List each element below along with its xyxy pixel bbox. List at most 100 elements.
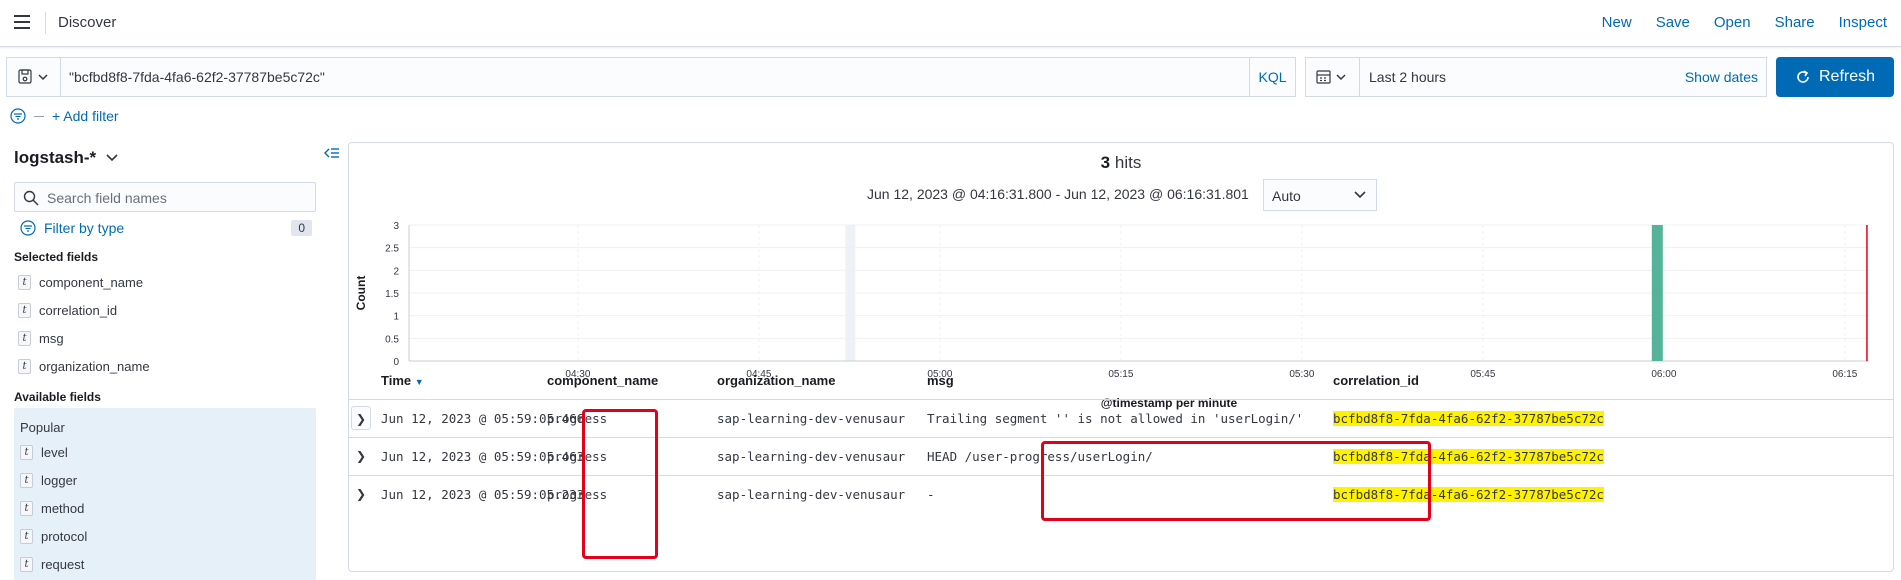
search-icon	[23, 190, 39, 206]
popular-heading: Popular	[20, 420, 65, 435]
filter-options-icon[interactable]	[10, 108, 26, 124]
string-type-icon: t	[18, 358, 31, 374]
column-header-correlation-id[interactable]: correlation_id	[1333, 373, 1419, 388]
cell-component-name: progress	[547, 449, 608, 464]
table-row: ❯ Jun 12, 2023 @ 05:59:05.466 progress s…	[349, 399, 1893, 437]
index-pattern-selector[interactable]: logstash-*	[14, 148, 118, 168]
field-item[interactable]: t organization_name	[18, 352, 150, 380]
y-tick-label: 1.5	[385, 289, 399, 300]
cell-correlation-id: bcfbd8f8-7fda-4fa6-62f2-37787be5c72c	[1333, 411, 1604, 426]
top-nav-links: New Save Open Share Inspect	[1602, 14, 1887, 31]
hits-number: 3	[1100, 153, 1111, 172]
field-item[interactable]: t msg	[18, 324, 150, 352]
column-header-organization-name[interactable]: organization_name	[717, 373, 835, 388]
time-range-label: Jun 12, 2023 @ 04:16:31.800 - Jun 12, 20…	[867, 186, 1249, 202]
cell-organization-name: sap-learning-dev-venusaur	[717, 487, 906, 502]
kql-language-toggle[interactable]: KQL	[1249, 58, 1295, 96]
table-row: ❯ Jun 12, 2023 @ 05:59:05.463 progress s…	[349, 437, 1893, 475]
string-type-icon: t	[20, 556, 33, 572]
field-name: level	[41, 444, 68, 460]
show-dates-link[interactable]: Show dates	[1685, 69, 1758, 85]
refresh-icon	[1797, 70, 1809, 83]
hits-count: 3 hits	[349, 153, 1893, 173]
cell-organization-name: sap-learning-dev-venusaur	[717, 411, 906, 426]
field-search-placeholder: Search field names	[47, 190, 167, 206]
add-filter-button[interactable]: + Add filter	[52, 108, 119, 124]
expand-row-button[interactable]: ❯	[351, 444, 371, 468]
y-tick-label: 0.5	[385, 334, 399, 345]
share-link[interactable]: Share	[1775, 14, 1815, 31]
quick-menu-button[interactable]	[1306, 58, 1360, 96]
column-header-msg[interactable]: msg	[927, 373, 954, 388]
field-item[interactable]: t protocol	[20, 522, 87, 550]
y-tick-label: 2.5	[385, 244, 399, 255]
expand-row-button[interactable]: ❯	[351, 482, 371, 506]
cell-msg: -	[927, 487, 935, 502]
y-tick-label: 1	[393, 312, 399, 323]
interval-value: Auto	[1272, 188, 1301, 204]
table-header: Time ▼ component_name organization_name …	[349, 365, 1893, 397]
field-search-input[interactable]: Search field names	[14, 182, 316, 212]
field-name: component_name	[39, 274, 144, 290]
field-item[interactable]: t correlation_id	[18, 296, 150, 324]
field-name: msg	[39, 330, 64, 346]
field-name: organization_name	[39, 358, 150, 374]
popular-fields-section: Popular t level t logger t method t protocol…	[14, 408, 316, 580]
available-fields-heading: Available fields	[14, 390, 101, 404]
string-type-icon: t	[18, 274, 31, 290]
string-type-icon: t	[20, 500, 33, 516]
cell-msg: HEAD /user-progress/userLogin/	[927, 449, 1153, 464]
filter-by-type-button[interactable]: Filter by type 0	[20, 220, 312, 236]
divider	[45, 12, 46, 34]
string-type-icon: t	[18, 330, 31, 346]
cell-organization-name: sap-learning-dev-venusaur	[717, 449, 906, 464]
selected-fields-list: t component_name t correlation_id t msg t or…	[18, 268, 150, 380]
field-name: request	[41, 556, 85, 572]
collapse-sidebar-icon[interactable]	[324, 146, 340, 163]
field-item[interactable]: t method	[20, 494, 87, 522]
search-query-input[interactable]: "bcfbd8f8-7fda-4fa6-62f2-37787be5c72c"	[69, 69, 325, 85]
menu-icon[interactable]	[14, 15, 30, 29]
expand-row-button[interactable]: ❯	[351, 406, 371, 430]
column-header-time[interactable]: Time ▼	[381, 373, 424, 388]
query-bar: "bcfbd8f8-7fda-4fa6-62f2-37787be5c72c" K…	[6, 57, 1296, 97]
selected-fields-heading: Selected fields	[14, 250, 99, 264]
cell-msg: Trailing segment '' is not allowed in 'u…	[927, 411, 1304, 426]
filter-bar: + Add filter	[10, 108, 119, 124]
field-name: protocol	[41, 528, 88, 544]
inspect-link[interactable]: Inspect	[1839, 14, 1887, 31]
new-link[interactable]: New	[1602, 14, 1632, 31]
y-tick-label: 2	[393, 266, 399, 277]
cell-component-name: progress	[547, 411, 608, 426]
open-link[interactable]: Open	[1714, 14, 1751, 31]
index-pattern-label: logstash-*	[14, 148, 97, 167]
refresh-button[interactable]: Refresh	[1776, 57, 1894, 97]
hits-label: hits	[1114, 153, 1142, 172]
saved-query-icon	[18, 69, 48, 84]
field-item[interactable]: t request	[20, 550, 87, 578]
field-name: method	[41, 500, 85, 516]
field-item[interactable]: t logger	[20, 466, 87, 494]
histogram-bar	[1651, 225, 1663, 361]
field-item[interactable]: t component_name	[18, 268, 150, 296]
saved-query-button[interactable]	[7, 58, 61, 96]
interval-select[interactable]: Auto	[1263, 179, 1377, 211]
filter-count-badge: 0	[291, 220, 312, 236]
string-type-icon: t	[20, 528, 33, 544]
filter-by-type-label: Filter by type	[44, 220, 125, 236]
field-item[interactable]: t level	[20, 438, 87, 466]
string-type-icon: t	[20, 472, 33, 488]
save-link[interactable]: Save	[1656, 14, 1690, 31]
chevron-down-icon	[106, 154, 118, 162]
field-name: correlation_id	[39, 302, 118, 318]
divider	[34, 115, 44, 117]
time-range-display[interactable]: Last 2 hours	[1369, 69, 1446, 85]
chevron-down-icon	[1354, 191, 1366, 199]
field-sidebar: logstash-* Search field names Filter by …	[0, 140, 339, 580]
app-title: Discover	[58, 14, 117, 31]
column-header-component-name[interactable]: component_name	[547, 373, 658, 388]
popular-fields-list: t level t logger t method t protocol t reques…	[20, 438, 87, 578]
cell-correlation-id: bcfbd8f8-7fda-4fa6-62f2-37787be5c72c	[1333, 449, 1604, 464]
sort-desc-icon[interactable]: ▼	[415, 377, 424, 387]
filter-icon	[20, 220, 36, 236]
